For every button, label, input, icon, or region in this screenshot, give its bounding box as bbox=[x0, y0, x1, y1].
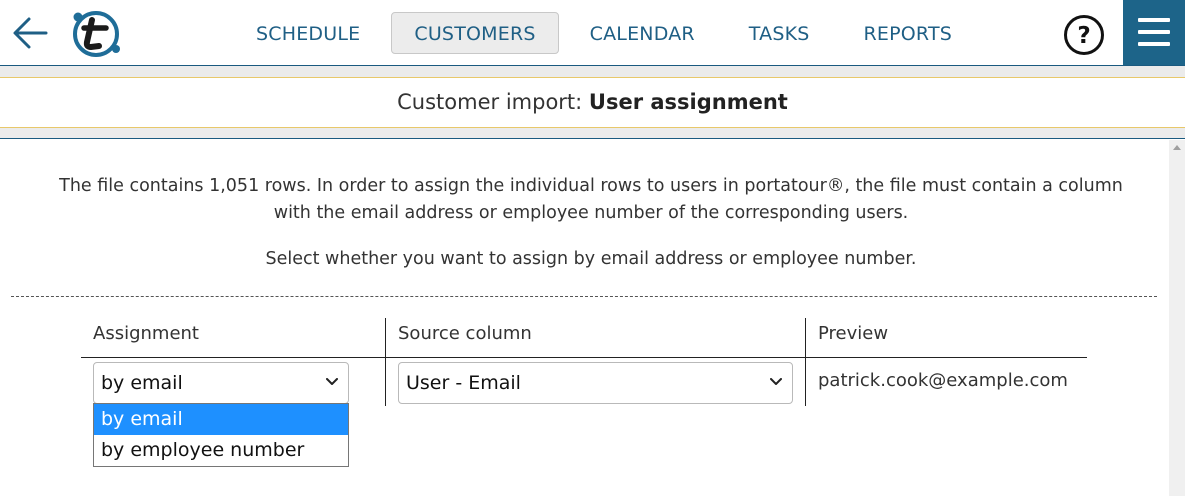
import-description: The file contains 1,051 rows. In order t… bbox=[14, 173, 1168, 227]
dropdown-option-by-email[interactable]: by email bbox=[94, 404, 348, 435]
header-separator bbox=[0, 66, 1185, 77]
chevron-down-icon bbox=[770, 378, 782, 385]
dropdown-option-by-employee-number[interactable]: by employee number bbox=[94, 435, 348, 466]
nav-reports[interactable]: REPORTS bbox=[841, 12, 976, 54]
assignment-select[interactable]: by email bbox=[93, 362, 349, 404]
main-nav: SCHEDULE CUSTOMERS CALENDAR TASKS REPORT… bbox=[233, 12, 983, 54]
menu-icon-bar bbox=[1138, 18, 1170, 22]
assignment-select-value: by email bbox=[101, 372, 183, 394]
source-column-select[interactable]: User - Email bbox=[398, 362, 793, 404]
page-title: Customer import: User assignment bbox=[0, 77, 1185, 128]
portatour-logo[interactable] bbox=[70, 9, 122, 59]
nav-tasks[interactable]: TASKS bbox=[726, 12, 833, 54]
nav-schedule[interactable]: SCHEDULE bbox=[233, 12, 383, 54]
hamburger-menu-button[interactable] bbox=[1123, 0, 1185, 65]
chevron-down-icon bbox=[326, 378, 338, 385]
source-column-select-value: User - Email bbox=[406, 372, 521, 394]
page-title-bold: User assignment bbox=[588, 90, 788, 114]
title-separator bbox=[0, 128, 1185, 139]
scroll-up-arrow-icon[interactable] bbox=[1173, 145, 1181, 150]
assignment-instruction: Select whether you want to assign by ema… bbox=[265, 249, 917, 269]
description-line-1: The file contains 1,051 rows. In order t… bbox=[59, 176, 1123, 196]
header-underline bbox=[81, 357, 1087, 358]
help-icon: ? bbox=[1064, 15, 1104, 55]
preview-column-header: Preview bbox=[818, 323, 889, 344]
page-title-prefix: Customer import: bbox=[397, 90, 589, 114]
source-column-header: Source column bbox=[398, 323, 532, 344]
svg-text:?: ? bbox=[1077, 23, 1090, 49]
nav-calendar[interactable]: CALENDAR bbox=[567, 12, 718, 54]
assignment-dropdown-list: by email by employee number bbox=[93, 403, 349, 467]
nav-customers[interactable]: CUSTOMERS bbox=[391, 12, 559, 54]
assignment-column-header: Assignment bbox=[93, 323, 199, 344]
back-arrow-icon[interactable] bbox=[12, 16, 50, 50]
column-divider bbox=[805, 318, 806, 406]
vertical-scrollbar[interactable] bbox=[1169, 140, 1185, 496]
preview-value: patrick.cook@example.com bbox=[818, 370, 1068, 391]
top-navigation-bar: SCHEDULE CUSTOMERS CALENDAR TASKS REPORT… bbox=[0, 0, 1185, 66]
help-button[interactable]: ? bbox=[1063, 14, 1105, 56]
dashed-divider bbox=[11, 296, 1157, 297]
description-line-2: with the email address or employee numbe… bbox=[273, 203, 909, 223]
menu-icon-bar bbox=[1138, 42, 1170, 46]
column-divider bbox=[385, 318, 386, 406]
menu-icon-bar bbox=[1138, 30, 1170, 34]
